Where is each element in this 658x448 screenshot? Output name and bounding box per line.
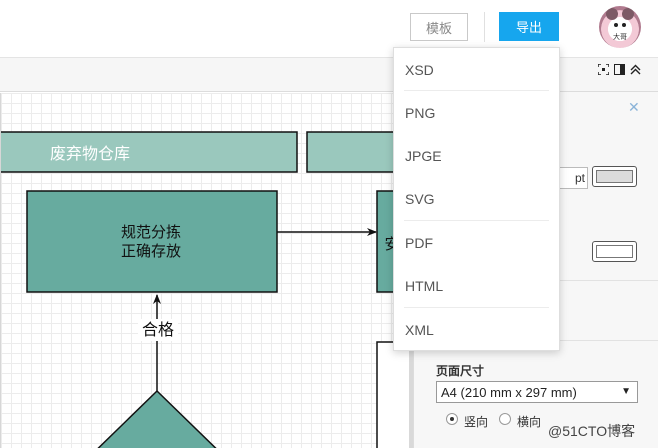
lane-label: 废弃物仓库	[49, 145, 130, 163]
avatar-ear	[622, 8, 634, 20]
avatar-ear	[606, 8, 618, 20]
export-option-html[interactable]: HTML	[394, 264, 561, 307]
decision-diamond-shape[interactable]	[81, 389, 233, 448]
chevron-down-icon: ▼	[621, 386, 631, 397]
export-option-svg[interactable]: SVG	[394, 177, 561, 220]
toggle-panel-icon[interactable]	[614, 64, 625, 78]
template-button[interactable]: 模板	[410, 13, 468, 41]
export-option-xml[interactable]: XML	[394, 308, 561, 351]
page-size-select[interactable]: A4 (210 mm x 297 mm) ▼	[436, 381, 638, 403]
avatar-eye	[622, 23, 626, 27]
watermark: @51CTO博客	[548, 423, 636, 439]
portrait-label: 竖向	[464, 415, 489, 429]
export-dropdown-menu: XSD PNG JPGE SVG PDF HTML XML	[393, 47, 560, 351]
line-color-inner	[596, 245, 633, 258]
page-size-value: A4 (210 mm x 297 mm)	[441, 384, 577, 400]
avatar[interactable]: 大哥	[599, 6, 641, 48]
lower-node-shape[interactable]	[376, 341, 412, 448]
collapse-up-icon[interactable]	[630, 64, 641, 78]
avatar-text: 大哥	[613, 34, 627, 41]
landscape-label: 横向	[517, 415, 542, 429]
process-node-line2: 正确存放	[120, 242, 181, 260]
toolbar-divider	[484, 12, 485, 42]
export-option-xsd[interactable]: XSD	[394, 48, 561, 91]
export-option-png[interactable]: PNG	[394, 91, 561, 134]
process-node-line1: 规范分拣	[120, 223, 181, 241]
export-option-jpge[interactable]: JPGE	[394, 134, 561, 177]
landscape-radio[interactable]	[499, 413, 511, 425]
fit-page-icon[interactable]	[597, 63, 610, 78]
export-button[interactable]: 导出	[499, 12, 559, 41]
panel-icons	[596, 63, 646, 84]
fill-color-swatch[interactable]	[592, 166, 637, 187]
avatar-eye	[614, 23, 618, 27]
page-size-label: 页面尺寸	[436, 364, 485, 378]
line-color-swatch[interactable]	[592, 241, 637, 262]
fill-color-inner	[596, 170, 633, 183]
portrait-radio[interactable]	[446, 413, 458, 425]
export-option-pdf[interactable]: PDF	[394, 221, 561, 264]
edge-label: 合格	[138, 319, 178, 341]
close-icon[interactable]: ✕	[628, 99, 640, 116]
process-node-label: 规范分拣 正确存放	[26, 191, 276, 292]
